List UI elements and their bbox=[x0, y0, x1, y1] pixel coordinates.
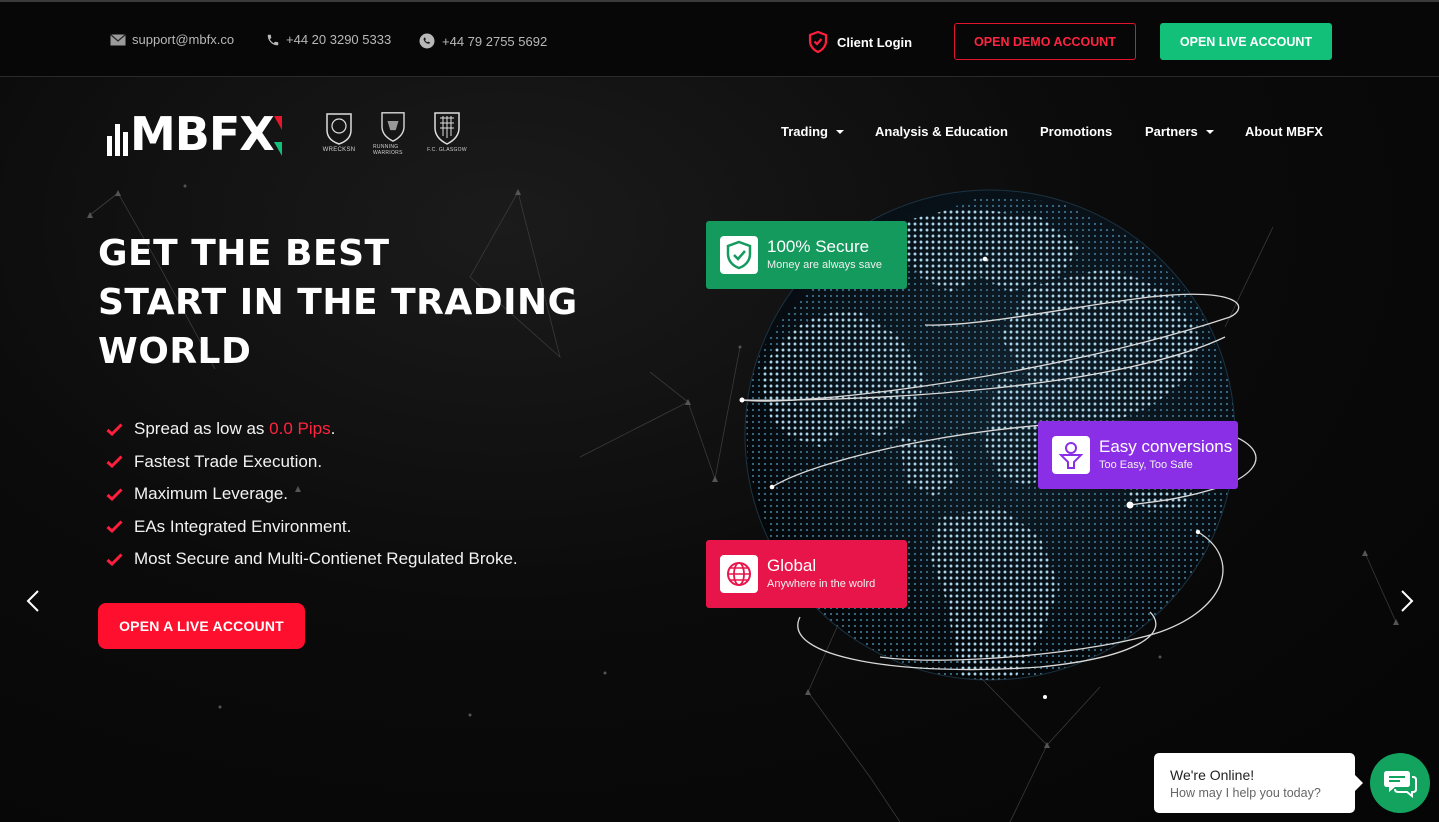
nav-trading[interactable]: Trading bbox=[781, 124, 844, 139]
headline-line-3: WORLD bbox=[98, 331, 252, 372]
spread-prefix: Spread as low as bbox=[134, 419, 270, 439]
shield-icon bbox=[808, 31, 828, 53]
chat-title: We're Online! bbox=[1170, 767, 1255, 783]
club-crest-icon bbox=[326, 113, 352, 145]
check-icon bbox=[106, 553, 134, 566]
logo-x-mark bbox=[273, 116, 282, 156]
card-secure-title: 100% Secure bbox=[767, 237, 870, 256]
nav-partners-label: Partners bbox=[1145, 124, 1198, 139]
chevron-down-icon bbox=[1205, 129, 1214, 134]
mbfx-logo[interactable]: MBFX bbox=[106, 111, 282, 157]
chat-icon bbox=[1384, 771, 1417, 798]
client-login-link[interactable]: Client Login bbox=[808, 31, 912, 53]
funnel-icon bbox=[1052, 436, 1090, 474]
card-global: Global Anywhere in the wolrd bbox=[706, 540, 907, 608]
nav-about[interactable]: About MBFX bbox=[1245, 124, 1323, 139]
phone-icon bbox=[267, 34, 279, 45]
spread-suffix: . bbox=[330, 419, 336, 439]
card-conversions-title: Easy conversions bbox=[1099, 437, 1233, 456]
feature-list: Spread as low as 0.0 Pips. Fastest Trade… bbox=[106, 413, 518, 576]
carousel-next-arrow[interactable] bbox=[1400, 589, 1414, 613]
top-bar: support@mbfx.co +44 20 3290 5333 +44 79 … bbox=[0, 0, 1439, 77]
shield-check-icon bbox=[720, 236, 758, 274]
crest-wrecksn: WRECKSN bbox=[319, 110, 359, 156]
nav-promotions[interactable]: Promotions bbox=[1040, 124, 1112, 139]
feature-text: Maximum Leverage. bbox=[134, 484, 289, 504]
spread-highlight: 0.0 Pips bbox=[269, 419, 331, 439]
feature-text: Spread as low as 0.0 Pips. bbox=[134, 419, 335, 439]
feature-item: Maximum Leverage. bbox=[106, 478, 518, 511]
feature-text: Fastest Trade Execution. bbox=[134, 451, 323, 471]
open-live-account-button[interactable]: OPEN LIVE ACCOUNT bbox=[1160, 23, 1332, 60]
feature-text: Most Secure and Multi-Contienet Regulate… bbox=[134, 549, 518, 569]
card-conversions: Easy conversions Too Easy, Too Safe bbox=[1038, 421, 1238, 489]
check-icon bbox=[106, 488, 134, 501]
crest-label: RUNNING WARRIORS bbox=[373, 144, 403, 156]
email-text: support@mbfx.co bbox=[132, 32, 235, 47]
card-global-title: Global bbox=[767, 556, 817, 575]
nav-analysis-education[interactable]: Analysis & Education bbox=[875, 124, 1008, 139]
globe-icon bbox=[720, 555, 758, 593]
chevron-down-icon bbox=[835, 129, 844, 134]
club-crest-icon bbox=[381, 112, 405, 142]
nav-about-label: About MBFX bbox=[1245, 124, 1323, 139]
nav-trading-label: Trading bbox=[781, 124, 828, 139]
phone-contact[interactable]: +44 20 3290 5333 bbox=[266, 32, 391, 47]
client-login-label: Client Login bbox=[837, 34, 913, 50]
chat-greeting-bubble[interactable]: We're Online! How may I help you today? bbox=[1154, 753, 1363, 813]
crest-label: F.C. GLASGOW bbox=[427, 147, 467, 153]
open-demo-account-button[interactable]: OPEN DEMO ACCOUNT bbox=[954, 23, 1136, 60]
headline-line-1: GET THE BEST bbox=[98, 233, 390, 274]
nav-partners[interactable]: Partners bbox=[1145, 124, 1214, 139]
card-conversions-subtitle: Too Easy, Too Safe bbox=[1099, 459, 1193, 471]
mail-icon bbox=[110, 33, 126, 45]
feature-item: Spread as low as 0.0 Pips. bbox=[106, 413, 518, 446]
crest-running-warriors: RUNNING WARRIORS bbox=[373, 110, 413, 156]
feature-item: Most Secure and Multi-Contienet Regulate… bbox=[106, 543, 518, 576]
card-global-subtitle: Anywhere in the wolrd bbox=[767, 578, 876, 590]
carousel-prev-arrow[interactable] bbox=[26, 589, 40, 613]
crest-fc-glasgow: F.C. GLASGOW bbox=[427, 110, 467, 156]
whatsapp-icon bbox=[419, 33, 435, 49]
feature-text: EAs Integrated Environment. bbox=[134, 516, 352, 536]
logo-bars-icon bbox=[107, 124, 128, 156]
headline-line-2: START IN THE TRADING bbox=[98, 282, 578, 323]
check-icon bbox=[106, 520, 134, 534]
feature-item: Fastest Trade Execution. bbox=[106, 446, 518, 479]
nav-analysis-label: Analysis & Education bbox=[875, 124, 1008, 139]
check-icon bbox=[106, 455, 134, 469]
logo-wordmark: MBFX bbox=[130, 107, 275, 161]
email-contact[interactable]: support@mbfx.co bbox=[110, 32, 234, 47]
sponsor-crests: WRECKSN RUNNING WARRIORS F.C. GLASGOW bbox=[319, 110, 467, 156]
phone-text: +44 20 3290 5333 bbox=[286, 32, 392, 47]
check-icon bbox=[106, 423, 134, 436]
hero-headline: GET THE BEST START IN THE TRADING WORLD bbox=[98, 229, 578, 376]
open-a-live-account-button[interactable]: OPEN A LIVE ACCOUNT bbox=[98, 603, 305, 649]
whatsapp-text: +44 79 2755 5692 bbox=[442, 33, 548, 49]
card-secure-subtitle: Money are always save bbox=[767, 259, 882, 271]
crest-label: WRECKSN bbox=[322, 147, 356, 153]
nav-promotions-label: Promotions bbox=[1040, 124, 1113, 139]
chat-launcher-button[interactable] bbox=[1370, 753, 1430, 813]
chat-subtitle: How may I help you today? bbox=[1170, 786, 1321, 800]
feature-item: EAs Integrated Environment. bbox=[106, 511, 518, 544]
whatsapp-contact[interactable]: +44 79 2755 5692 bbox=[418, 32, 547, 50]
card-secure: 100% Secure Money are always save bbox=[706, 221, 907, 289]
club-crest-icon bbox=[434, 112, 460, 145]
